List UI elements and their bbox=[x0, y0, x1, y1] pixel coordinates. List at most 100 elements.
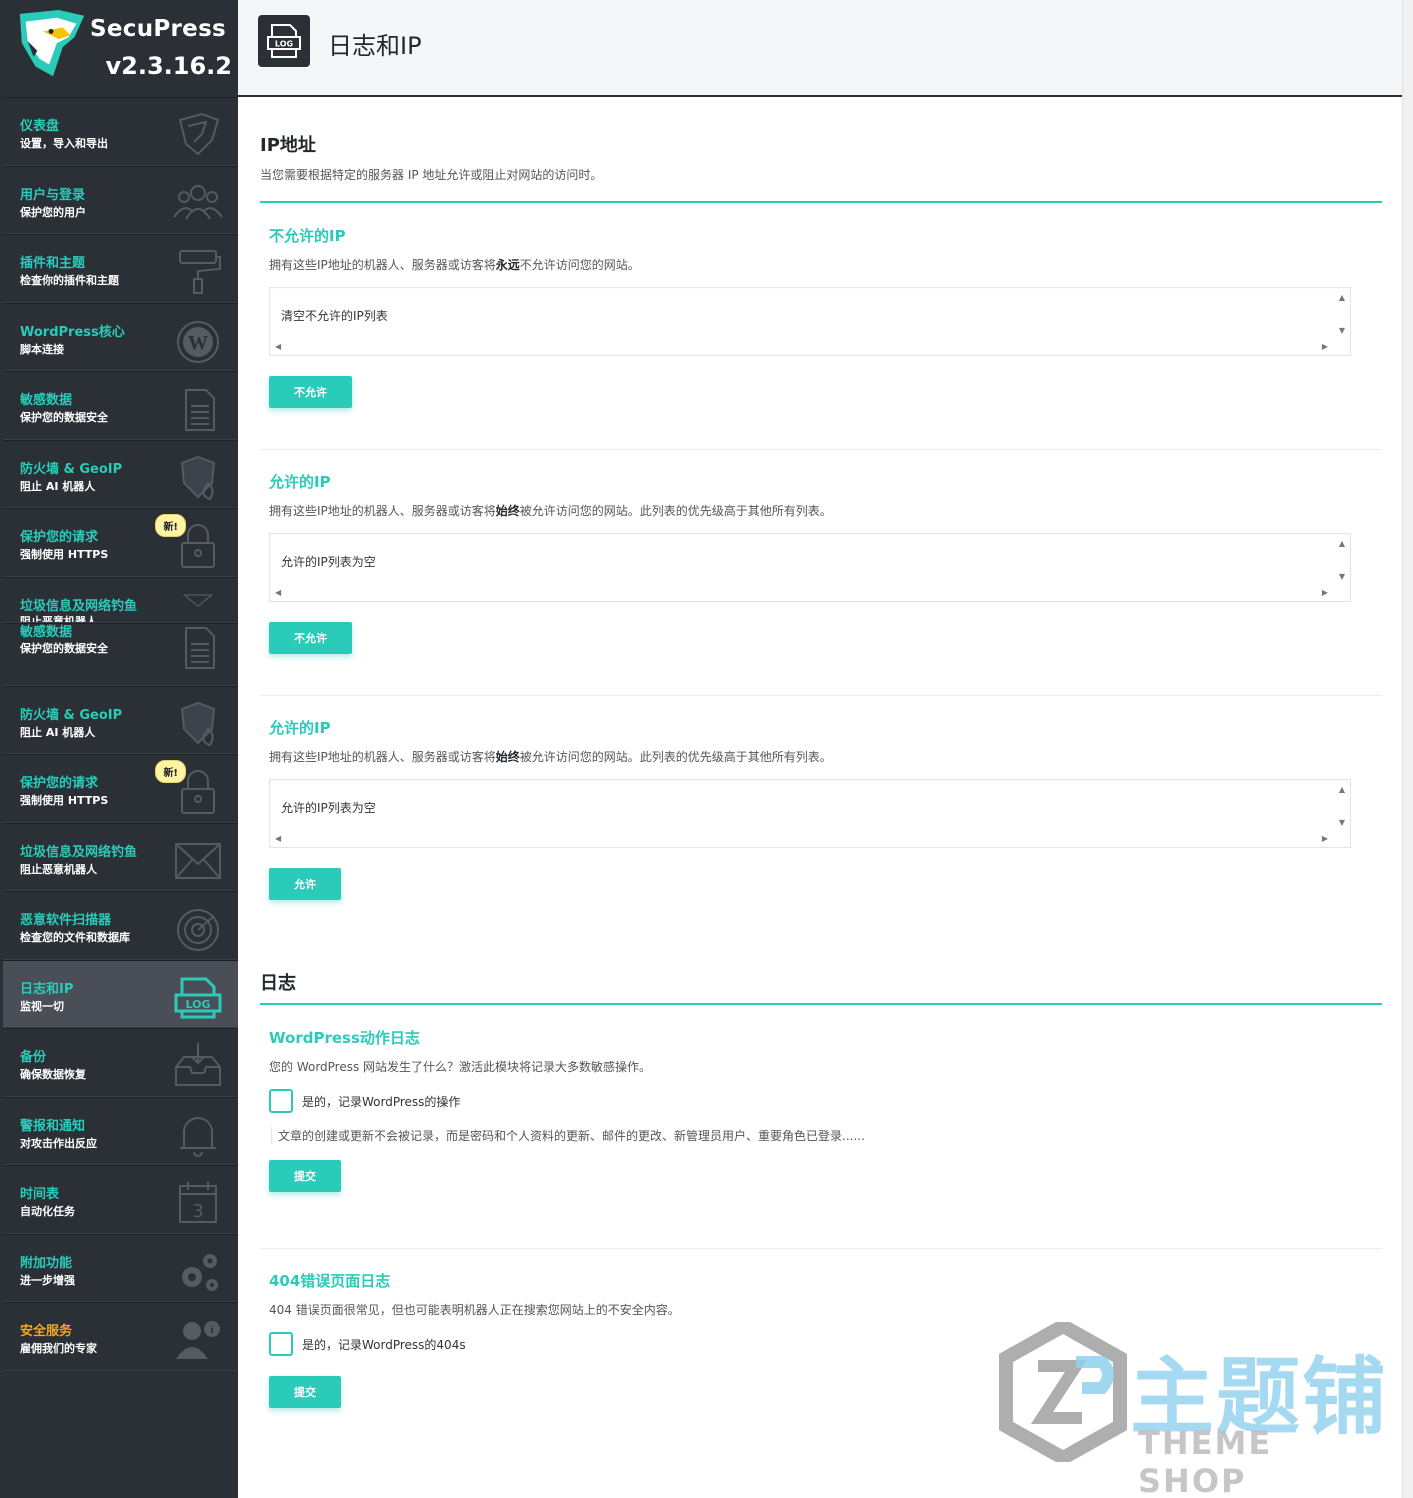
sidebar-item-subtitle: 自动化任务 bbox=[20, 1205, 75, 1218]
sidebar-item-title: 用户与登录 bbox=[20, 187, 86, 203]
wp-action-log-checkbox[interactable] bbox=[269, 1089, 293, 1113]
sidebar-item-subtitle: 监视一切 bbox=[20, 999, 64, 1013]
sidebar-item-requests[interactable]: 保护您的请求 强制使用 HTTPS 新! bbox=[3, 508, 238, 577]
radar-icon bbox=[177, 909, 219, 951]
sidebar-item-title: 敏感数据 bbox=[20, 393, 73, 408]
block-description: 拥有这些IP地址的机器人、服务器或访客将始终被允许访问您的网站。此列表的优先级高… bbox=[269, 504, 832, 518]
scroll-up-icon[interactable]: ▲ bbox=[1339, 293, 1345, 302]
scroll-left-icon[interactable]: ◀ bbox=[275, 342, 281, 351]
sidebar-item-malware-scanner[interactable]: 恶意软件扫描器 检查您的文件和数据库 bbox=[3, 891, 238, 960]
gears-icon bbox=[182, 1253, 218, 1291]
disallow-button[interactable]: 不允许 bbox=[269, 622, 352, 654]
padlock-icon bbox=[181, 770, 215, 814]
sidebar-item-subtitle: 保护您的用户 bbox=[20, 205, 86, 219]
brand-name: SecuPress bbox=[90, 16, 227, 42]
block-description: 拥有这些IP地址的机器人、服务器或访客将永远不允许访问您的网站。 bbox=[269, 258, 640, 272]
sidebar-item-subtitle: 强制使用 HTTPS bbox=[20, 548, 109, 561]
padlock-icon bbox=[181, 524, 215, 568]
watermark-en-text: THEME SHOP bbox=[1138, 1424, 1273, 1498]
logs-section-title: 日志 bbox=[260, 973, 296, 994]
firewall-shield-icon bbox=[180, 701, 216, 746]
sidebar-item-logs-ip[interactable]: 日志和IP 监视一切 LOG bbox=[3, 959, 238, 1028]
sidebar-item-spam-2[interactable]: 垃圾信息及网络钓鱼 阻止恶意机器人 bbox=[3, 822, 238, 891]
sidebar-item-plugins-themes[interactable]: 插件和主题 检查你的插件和主题 bbox=[3, 234, 238, 303]
eagle-logo-icon bbox=[19, 9, 85, 77]
sidebar-item-sensitive-data-2[interactable]: 敏感数据 保护您的数据安全 bbox=[3, 622, 238, 686]
users-icon bbox=[173, 184, 223, 220]
allowed-ip-list[interactable]: 允许的IP列表为空 ▲ ▼ ◀ ▶ bbox=[269, 779, 1351, 848]
scroll-down-icon[interactable]: ▼ bbox=[1339, 572, 1345, 581]
allowed-ip-list[interactable]: 允许的IP列表为空 ▲ ▼ ◀ ▶ bbox=[269, 533, 1351, 602]
checkbox-label: 是的，记录WordPress的404s bbox=[302, 1337, 466, 1352]
scroll-left-icon[interactable]: ◀ bbox=[275, 834, 281, 843]
main-content: IP地址 当您需要根据特定的服务器 IP 地址允许或阻止对网站的访问时。 不允许… bbox=[238, 99, 1402, 1498]
window-scrollbar[interactable] bbox=[1402, 0, 1413, 1498]
sidebar-item-subtitle: 强制使用 HTTPS bbox=[20, 794, 109, 807]
theme-shop-watermark: 主题铺 THEME SHOP bbox=[998, 1322, 1388, 1498]
sidebar-nav: 仪表盘 设置，导入和导出 用户与登录 保护您的用户 插件和主题 检查你的插件和主… bbox=[3, 97, 238, 1371]
sidebar-item-schedules[interactable]: 时间表 自动化任务 3 bbox=[3, 1165, 238, 1234]
sidebar-item-title: 恶意软件扫描器 bbox=[20, 913, 112, 928]
sidebar-item-backups[interactable]: 备份 确保数据恢复 bbox=[3, 1028, 238, 1097]
disallow-button[interactable]: 不允许 bbox=[269, 376, 352, 408]
sidebar-item-spam[interactable]: 垃圾信息及网络钓鱼 阻止恶意机器人 bbox=[3, 576, 238, 623]
sidebar-item-subtitle: 确保数据恢复 bbox=[20, 1068, 86, 1081]
scroll-down-icon[interactable]: ▼ bbox=[1339, 326, 1345, 335]
disallowed-ip-list[interactable]: 清空不允许的IP列表 ▲ ▼ ◀ ▶ bbox=[269, 287, 1351, 356]
scroll-right-icon[interactable]: ▶ bbox=[1322, 834, 1328, 843]
sidebar-item-title: 敏感数据 bbox=[20, 624, 73, 640]
section-divider bbox=[260, 1003, 1382, 1005]
allowed-ip-block: 允许的IP 拥有这些IP地址的机器人、服务器或访客将始终被允许访问您的网站。此列… bbox=[269, 471, 1351, 654]
sidebar-item-title: 垃圾信息及网络钓鱼 bbox=[20, 598, 138, 614]
log-file-icon: LOG bbox=[174, 977, 222, 1018]
document-icon bbox=[185, 389, 215, 431]
wordpress-icon: W bbox=[177, 320, 219, 363]
svg-text:LOG: LOG bbox=[186, 998, 211, 1011]
header-icon-box: LOG bbox=[258, 15, 310, 67]
page-header: LOG 日志和IP bbox=[238, 0, 1402, 97]
block-title: 允许的IP bbox=[269, 719, 331, 737]
wp-action-checkbox-row[interactable]: 是的，记录WordPress的操作 bbox=[269, 1089, 1351, 1113]
ip-section-title: IP地址 bbox=[260, 135, 316, 156]
sidebar-item-firewall-2[interactable]: 防火墙 & GeoIP 阻止 AI 机器人 bbox=[3, 685, 238, 754]
scroll-up-icon[interactable]: ▲ bbox=[1339, 539, 1345, 548]
sidebar-item-firewall[interactable]: 防火墙 & GeoIP 阻止 AI 机器人 bbox=[3, 439, 238, 508]
shield-dashboard-icon bbox=[178, 112, 220, 156]
scroll-right-icon[interactable]: ▶ bbox=[1322, 588, 1328, 597]
list-empty-text: 允许的IP列表为空 bbox=[281, 555, 376, 569]
sidebar-item-requests-2[interactable]: 保护您的请求 强制使用 HTTPS 新! bbox=[3, 754, 238, 823]
sidebar-item-subtitle: 保护您的数据安全 bbox=[20, 641, 108, 655]
sidebar-item-alerts[interactable]: 警报和通知 对攻击作出反应 bbox=[3, 1096, 238, 1165]
scroll-down-icon[interactable]: ▼ bbox=[1339, 818, 1345, 827]
sidebar-item-sensitive-data[interactable]: 敏感数据 保护您的数据安全 bbox=[3, 371, 238, 440]
sidebar-item-wordpress-core[interactable]: WordPress核心 脚本连接 W bbox=[3, 302, 238, 371]
sidebar-item-addons[interactable]: 附加功能 进一步增强 bbox=[3, 1233, 238, 1302]
sidebar-item-dashboard[interactable]: 仪表盘 设置，导入和导出 bbox=[3, 97, 238, 166]
sidebar: SecuPress v2.3.16.2 仪表盘 设置，导入和导出 用户与登录 保… bbox=[0, 0, 238, 1498]
block-title: WordPress动作日志 bbox=[269, 1029, 420, 1047]
submit-button[interactable]: 提交 bbox=[269, 1160, 341, 1192]
brand-version: v2.3.16.2 bbox=[105, 52, 233, 80]
scroll-left-icon[interactable]: ◀ bbox=[275, 588, 281, 597]
disallowed-ip-block: 不允许的IP 拥有这些IP地址的机器人、服务器或访客将永远不允许访问您的网站。 … bbox=[269, 225, 1351, 408]
envelope-icon bbox=[182, 593, 214, 607]
calendar-day: 3 bbox=[192, 1201, 203, 1222]
calendar-icon: 3 bbox=[179, 1182, 217, 1223]
submit-button[interactable]: 提交 bbox=[269, 1376, 341, 1408]
sidebar-item-users[interactable]: 用户与登录 保护您的用户 bbox=[3, 165, 238, 234]
inbox-download-icon bbox=[175, 1043, 221, 1086]
sidebar-item-title: 防火墙 & GeoIP bbox=[20, 707, 123, 723]
404-log-checkbox[interactable] bbox=[269, 1332, 293, 1356]
scroll-right-icon[interactable]: ▶ bbox=[1322, 342, 1328, 351]
svg-text:W: W bbox=[188, 332, 208, 354]
sidebar-item-subtitle: 检查你的插件和主题 bbox=[20, 274, 119, 287]
sidebar-item-title: 保护您的请求 bbox=[20, 776, 99, 791]
bell-icon bbox=[180, 1116, 216, 1157]
sidebar-item-title: 备份 bbox=[20, 1050, 47, 1065]
allow-button[interactable]: 允许 bbox=[269, 868, 341, 900]
page-title: 日志和IP bbox=[328, 32, 422, 60]
scroll-up-icon[interactable]: ▲ bbox=[1339, 785, 1345, 794]
sidebar-item-security-services[interactable]: 安全服务 雇佣我们的专家 i bbox=[3, 1302, 238, 1371]
envelope-icon bbox=[175, 842, 221, 879]
sidebar-item-subtitle: 检查您的文件和数据库 bbox=[20, 931, 130, 944]
